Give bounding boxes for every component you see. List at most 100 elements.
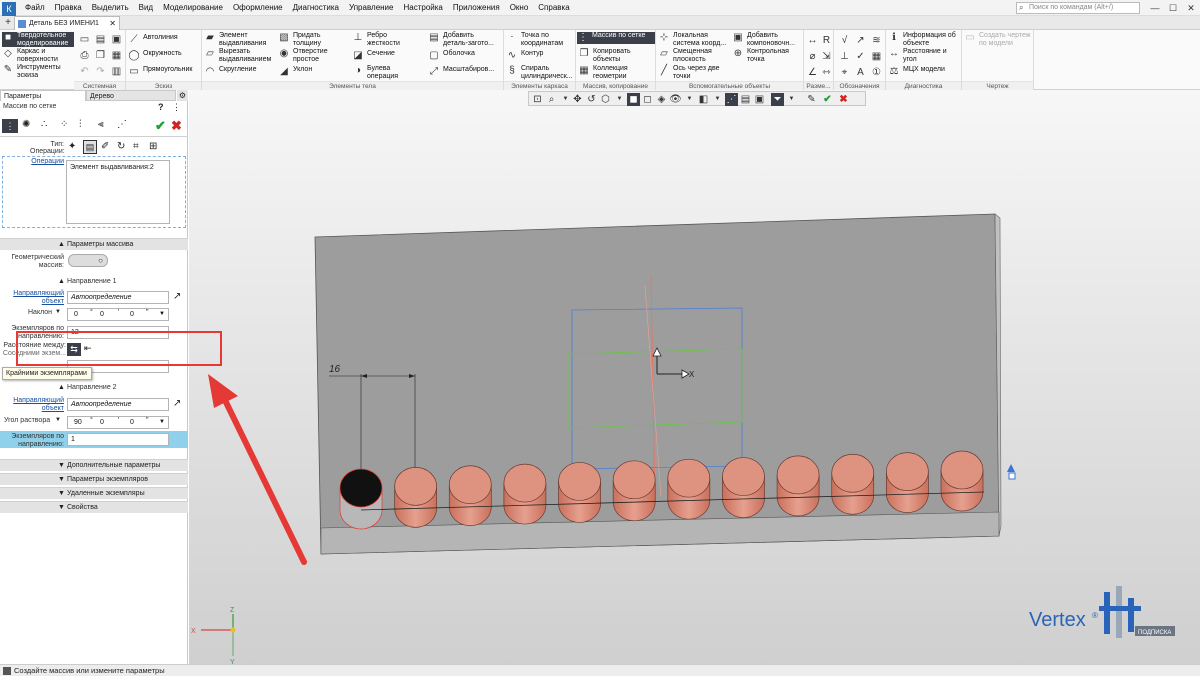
app-logo-icon[interactable]: К bbox=[2, 1, 16, 16]
dim-angle-icon[interactable]: ∠ bbox=[806, 66, 819, 79]
section-removed-instances[interactable]: ▼ Удаленные экземпляры bbox=[0, 487, 188, 499]
solid-modeling-button[interactable]: ■ Твердотельное моделирование bbox=[2, 32, 74, 47]
scale-button[interactable]: ⤢ Масштабиров... bbox=[428, 66, 504, 78]
menu-diagnostics[interactable]: Диагностика bbox=[288, 0, 344, 16]
viewport-cancel-icon[interactable]: ✖ bbox=[837, 93, 850, 106]
array-cylinder[interactable] bbox=[394, 467, 437, 528]
command-search-input[interactable]: ⌕ Поиск по командам (Alt+/) bbox=[1016, 2, 1140, 14]
dim-line-icon[interactable]: ⇿ bbox=[820, 66, 833, 79]
layers-icon[interactable]: ▤ bbox=[739, 93, 752, 106]
zoom-fit-icon[interactable]: ⊡ bbox=[531, 93, 544, 106]
extrude-button[interactable]: ▰ Элемент выдавливания bbox=[204, 32, 276, 47]
dir1-object-link[interactable]: Направляющий объект bbox=[2, 290, 64, 306]
array-cylinder[interactable] bbox=[940, 450, 984, 512]
operations-list-item[interactable]: Элемент выдавливания:2 bbox=[67, 161, 169, 174]
circle-button[interactable]: ◯ Окружность bbox=[128, 50, 200, 62]
position-icon[interactable]: ① bbox=[870, 66, 883, 79]
dir2-count-field[interactable]: 1 bbox=[67, 433, 169, 446]
dim-linear-icon[interactable]: ↔ bbox=[806, 34, 819, 47]
pin-icon[interactable]: ⋮ bbox=[172, 102, 181, 113]
section-dropdown-icon[interactable]: ▼ bbox=[711, 93, 724, 106]
mirror-array-icon[interactable]: ⫶ bbox=[79, 119, 82, 130]
angle-dropdown-icon[interactable]: ▼ bbox=[55, 417, 61, 423]
axis-two-points-button[interactable]: ╱ Ось через две точки bbox=[658, 65, 734, 80]
menu-control[interactable]: Управление bbox=[344, 0, 398, 16]
mark-icon[interactable]: ✓ bbox=[854, 50, 867, 63]
dir2-object-link[interactable]: Направляющий объект bbox=[2, 397, 64, 413]
copy-objects-button[interactable]: ❐ Копировать объекты bbox=[578, 48, 654, 63]
tab-tree[interactable]: Дерево bbox=[86, 90, 176, 101]
angle-field[interactable]: 90 ° 0 ' 0 " ▼ bbox=[67, 416, 169, 429]
shell-button[interactable]: ▢ Оболочка bbox=[428, 50, 504, 62]
grid-snap-icon[interactable]: ⋰ bbox=[725, 93, 738, 106]
save-icon[interactable]: ▣ bbox=[110, 33, 123, 46]
section-array-params[interactable]: ▲ Параметры массива bbox=[0, 238, 188, 250]
section-properties[interactable]: ▼ Свойства bbox=[0, 501, 188, 513]
dim-auto-icon[interactable]: ⇲ bbox=[820, 50, 833, 63]
filter-dropdown-icon[interactable]: ▼ bbox=[785, 93, 798, 106]
new-doc-icon[interactable]: ▭ bbox=[78, 33, 91, 46]
menu-file[interactable]: Файл bbox=[20, 0, 50, 16]
rectangle-button[interactable]: ▭ Прямоугольник bbox=[128, 66, 200, 78]
grid-array-button[interactable]: ⋮ Массив по сетке bbox=[577, 32, 655, 44]
cut-extrude-button[interactable]: ▱ Вырезать выдавливанием bbox=[204, 48, 276, 63]
array-cylinder[interactable] bbox=[612, 460, 656, 522]
table-icon[interactable]: ▦ bbox=[870, 50, 883, 63]
boolean-button[interactable]: ◑ Булева операция bbox=[352, 65, 424, 80]
points-array-icon[interactable]: ⁘ bbox=[60, 119, 68, 130]
distance-angle-button[interactable]: ↔ Расстояние и угол bbox=[888, 48, 962, 63]
angle-field-dropdown-icon[interactable]: ▼ bbox=[159, 417, 165, 428]
object-info-button[interactable]: ℹ Информация об объекте bbox=[888, 32, 962, 47]
zoom-window-icon[interactable]: ⌕ bbox=[545, 93, 558, 106]
display-icon[interactable]: ▣ bbox=[753, 93, 766, 106]
menu-settings[interactable]: Настройка bbox=[398, 0, 447, 16]
type-components-icon[interactable]: ⌗ bbox=[133, 141, 139, 152]
fillet-button[interactable]: ◠ Скругление bbox=[204, 66, 276, 78]
section-view-icon[interactable]: ◧ bbox=[697, 93, 710, 106]
menu-apps[interactable]: Приложения bbox=[448, 0, 505, 16]
properties-icon[interactable]: ▥ bbox=[110, 65, 123, 78]
type-operations-icon[interactable]: ▤ bbox=[83, 140, 97, 154]
dir1-arrow-icon[interactable]: ↗ bbox=[173, 291, 181, 302]
tilt-field[interactable]: 0 ° 0 ' 0 " ▼ bbox=[67, 308, 169, 321]
array-cylinder[interactable] bbox=[776, 455, 820, 517]
redo-icon[interactable]: ↷ bbox=[94, 65, 107, 78]
orientation-dropdown-icon[interactable]: ▼ bbox=[613, 93, 626, 106]
hide-icon[interactable]: 👁 bbox=[669, 93, 682, 106]
menu-view[interactable]: Вид bbox=[134, 0, 158, 16]
menu-window[interactable]: Окно bbox=[505, 0, 534, 16]
copy-icon[interactable]: ❐ bbox=[94, 49, 107, 62]
paste-icon[interactable]: ▦ bbox=[110, 49, 123, 62]
dir1-object-field[interactable]: Автоопределение bbox=[67, 291, 169, 304]
new-tab-button[interactable]: + bbox=[2, 17, 14, 29]
dir2-object-field[interactable]: Автоопределение bbox=[67, 398, 169, 411]
array-cylinder[interactable] bbox=[667, 458, 711, 520]
tab-parameters[interactable]: Параметры bbox=[0, 90, 86, 101]
operations-link[interactable]: Операции bbox=[30, 158, 64, 165]
tilt-field-dropdown-icon[interactable]: ▼ bbox=[159, 309, 165, 320]
close-tab-icon[interactable]: ✕ bbox=[109, 17, 116, 30]
shaded-view-icon[interactable]: ◼ bbox=[627, 93, 640, 106]
array-cylinder[interactable] bbox=[503, 463, 547, 525]
close-window-button[interactable]: ✕ bbox=[1184, 2, 1198, 14]
wireframe-view-icon[interactable]: ◻ bbox=[641, 93, 654, 106]
cancel-x-icon[interactable]: ✖ bbox=[171, 118, 182, 134]
table-array-icon[interactable]: ⫷ bbox=[98, 119, 104, 130]
type-faces-icon[interactable]: ✦ bbox=[68, 141, 76, 152]
operations-list[interactable]: Элемент выдавливания:2 bbox=[66, 160, 170, 224]
hide-dropdown-icon[interactable]: ▼ bbox=[683, 93, 696, 106]
menu-help[interactable]: Справка bbox=[533, 0, 574, 16]
simple-hole-button[interactable]: ◉ Отверстие простое bbox=[278, 48, 348, 63]
offset-plane-button[interactable]: ▱ Смещенная плоскость bbox=[658, 48, 734, 63]
filter-icon[interactable]: ⏷ bbox=[771, 93, 784, 106]
array-cylinder[interactable] bbox=[886, 452, 929, 513]
add-layout-button[interactable]: ▣ Добавить компоновочн... bbox=[732, 32, 804, 47]
dim-radius-icon[interactable]: R bbox=[820, 34, 833, 47]
helix-button[interactable]: § Спираль цилиндрическ... bbox=[506, 65, 576, 80]
text-icon[interactable]: A bbox=[854, 66, 867, 79]
source-cylinder[interactable] bbox=[339, 468, 383, 530]
geometry-collection-button[interactable]: ▦ Коллекция геометрии bbox=[578, 65, 654, 80]
array-cylinder[interactable] bbox=[448, 465, 492, 527]
contour-button[interactable]: ∿ Контур bbox=[506, 50, 576, 62]
type-rotate-icon[interactable]: ↻ bbox=[117, 141, 125, 152]
